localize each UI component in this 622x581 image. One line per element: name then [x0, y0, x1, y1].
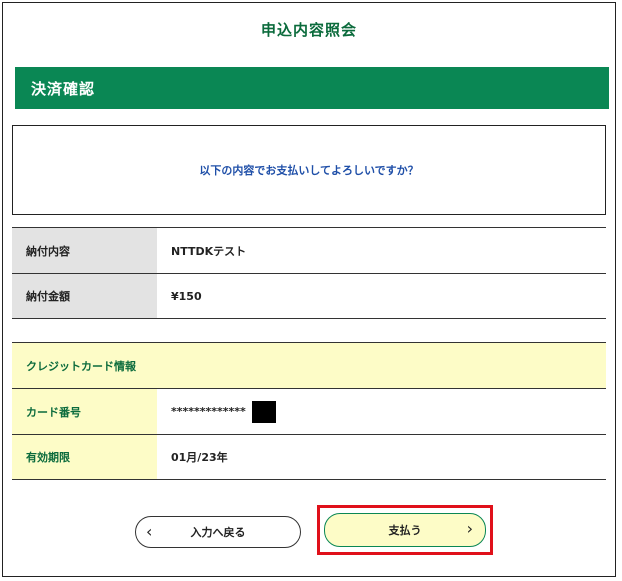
payment-info-table: 納付内容 NTTDKテスト 納付金額 ¥150: [12, 227, 606, 319]
table-row: 納付金額 ¥150: [12, 273, 606, 319]
page-title: 申込内容照会: [260, 21, 357, 39]
chevron-left-icon: ‹: [146, 522, 153, 541]
table-row: 有効期限 01月/23年: [12, 434, 606, 480]
card-info-header-row: クレジットカード情報: [12, 342, 606, 388]
card-number-value: *************: [171, 405, 246, 418]
chevron-right-icon: ›: [466, 519, 473, 538]
card-number-value-cell: *************: [157, 389, 606, 434]
back-button-label: 入力へ戻る: [190, 526, 246, 539]
section-title: 決済確認: [31, 79, 96, 98]
confirm-message-box: 以下の内容でお支払いしてよろしいですか？: [12, 125, 606, 215]
confirm-message: 以下の内容でお支払いしてよろしいですか？: [199, 164, 419, 177]
pay-button-label: 支払う: [388, 524, 422, 537]
table-row: カード番号 *************: [12, 388, 606, 434]
payment-amount-label: 納付金額: [12, 274, 157, 318]
payment-amount-value: ¥150: [171, 289, 202, 303]
table-row: 納付内容 NTTDKテスト: [12, 227, 606, 273]
redaction-box: [251, 400, 276, 423]
expiry-value: 01月/23年: [171, 451, 228, 464]
card-number-label: カード番号: [12, 389, 157, 434]
pay-button[interactable]: 支払う ›: [324, 513, 486, 547]
card-info-header: クレジットカード情報: [26, 359, 136, 373]
card-info-table: クレジットカード情報 カード番号 ************* 有効期限 01月/…: [12, 342, 606, 480]
back-to-input-button[interactable]: ‹ 入力へ戻る: [135, 516, 301, 548]
section-header-payment-confirm: 決済確認: [15, 67, 609, 109]
payment-content-label: 納付内容: [12, 228, 157, 273]
expiry-label: 有効期限: [12, 435, 157, 479]
payment-content-value: NTTDKテスト: [171, 244, 247, 258]
